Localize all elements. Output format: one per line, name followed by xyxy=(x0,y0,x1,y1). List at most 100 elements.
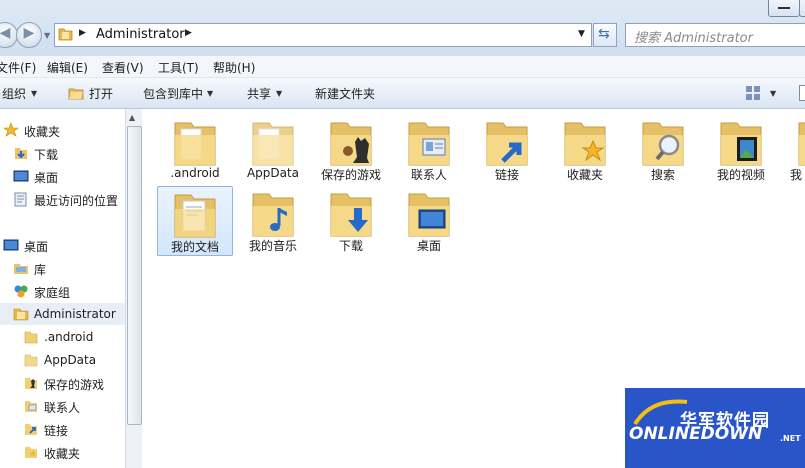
recent-pages-dropdown[interactable]: ▼ xyxy=(44,31,50,40)
nav-label: .android xyxy=(44,330,94,344)
download-arrow-folder-icon xyxy=(330,193,372,237)
folder-icon xyxy=(24,354,38,367)
folder-appdata[interactable]: AppData xyxy=(236,115,310,183)
menu-edit[interactable]: 编辑(E) xyxy=(47,59,88,76)
nav-libraries[interactable]: 库 xyxy=(0,257,125,279)
nav-downloads[interactable]: 下载 xyxy=(0,142,125,164)
navigation-pane: 收藏夹 下载 桌面 最近访问的位置 桌面 库 家庭组 Administrator… xyxy=(0,109,125,468)
documents-folder-icon xyxy=(174,194,216,238)
folder-downloads[interactable]: 下载 xyxy=(314,186,388,254)
nav-recent-places[interactable]: 最近访问的位置 xyxy=(0,188,125,210)
view-options-icon[interactable] xyxy=(745,85,761,101)
watermark-en-text: ONLINEDOWN xyxy=(629,424,763,444)
watermark-suffix-text: .NET xyxy=(780,434,801,443)
nav-label: Administrator xyxy=(34,307,116,321)
menu-help[interactable]: 帮助(H) xyxy=(213,59,255,76)
open-button[interactable]: 打开 xyxy=(89,85,113,102)
item-label: 链接 xyxy=(494,168,519,182)
nav-homegroup[interactable]: 家庭组 xyxy=(0,280,125,302)
folder-icon xyxy=(798,122,805,166)
item-label: 我 xyxy=(790,168,803,182)
command-bar: 组织 ▼ 打开 包含到库中 ▼ 共享 ▼ 新建文件夹 ▼ xyxy=(0,78,805,109)
nav-desktop[interactable]: 桌面 xyxy=(0,234,125,256)
item-label: 下载 xyxy=(338,239,363,253)
item-label: 保存的游戏 xyxy=(320,168,381,182)
new-folder-button[interactable]: 新建文件夹 xyxy=(315,85,375,102)
nav-label: AppData xyxy=(44,353,97,367)
item-label: 我的文档 xyxy=(170,240,219,254)
menu-tools[interactable]: 工具(T) xyxy=(158,59,199,76)
contacts-folder-icon xyxy=(25,401,37,412)
folder-my-videos[interactable]: 我的视频 xyxy=(704,115,778,183)
nav-label: 桌面 xyxy=(24,240,49,254)
maximize-button[interactable] xyxy=(799,0,805,17)
search-input[interactable]: 搜索 Administrator xyxy=(625,23,805,47)
star-folder-icon xyxy=(564,122,606,166)
folder-contacts[interactable]: 联系人 xyxy=(392,115,466,183)
folder-android[interactable]: .android xyxy=(158,115,232,183)
forward-arrow-icon: ▶ xyxy=(23,25,35,41)
folder-favorites[interactable]: 收藏夹 xyxy=(548,115,622,183)
include-in-library-button[interactable]: 包含到库中 xyxy=(143,85,203,102)
scroll-up-arrow-icon[interactable]: ▲ xyxy=(129,113,135,122)
folder-my-documents[interactable]: 我的文档 xyxy=(157,186,233,256)
hidden-folder-icon xyxy=(252,122,294,166)
organize-button[interactable]: 组织 xyxy=(2,85,26,102)
nav-saved-games[interactable]: 保存的游戏 xyxy=(0,372,125,394)
nav-favorites[interactable]: 收藏夹 xyxy=(0,119,125,141)
back-arrow-icon: ◀ xyxy=(0,25,11,41)
search-placeholder: 搜索 Administrator xyxy=(634,31,753,46)
item-label: 桌面 xyxy=(416,239,441,253)
view-options-dropdown[interactable]: ▼ xyxy=(770,89,776,98)
nav-contacts[interactable]: 联系人 xyxy=(0,395,125,417)
desktop-icon xyxy=(3,239,19,251)
forward-button[interactable]: ▶ xyxy=(16,22,42,48)
minimize-button[interactable] xyxy=(768,0,800,17)
nav-favorites-folder[interactable]: 收藏夹 xyxy=(0,441,125,463)
nav-administrator[interactable]: Administrator xyxy=(0,303,125,325)
nav-scrollbar[interactable]: ▲ xyxy=(125,109,143,468)
nav-label: 下载 xyxy=(34,148,59,162)
nav-label: 库 xyxy=(34,263,47,277)
item-label: 联系人 xyxy=(410,168,447,182)
plain-folder-icon xyxy=(174,122,216,166)
item-label: 收藏夹 xyxy=(566,168,603,182)
folder-saved-games[interactable]: 保存的游戏 xyxy=(314,115,388,183)
refresh-icon: ⇆ xyxy=(598,26,610,42)
preview-pane-button[interactable] xyxy=(799,85,805,101)
menu-bar: 文件(F) 编辑(E) 查看(V) 工具(T) 帮助(H) xyxy=(0,56,805,78)
nav-android[interactable]: .android xyxy=(0,326,125,348)
item-label: 我的音乐 xyxy=(248,239,297,253)
star-folder-icon xyxy=(25,447,37,458)
menu-file[interactable]: 文件(F) xyxy=(0,59,36,76)
nav-label: 保存的游戏 xyxy=(44,378,105,392)
item-label: .android xyxy=(170,166,220,180)
star-icon xyxy=(3,122,19,137)
folder-links[interactable]: 链接 xyxy=(470,115,544,183)
share-button[interactable]: 共享 xyxy=(247,85,271,102)
folder-desktop[interactable]: 桌面 xyxy=(392,186,466,254)
folder-partial[interactable]: 我 xyxy=(782,115,805,183)
recent-places-icon xyxy=(14,192,27,207)
nav-desktop-fav[interactable]: 桌面 xyxy=(0,165,125,187)
menu-view[interactable]: 查看(V) xyxy=(102,59,144,76)
address-bar[interactable]: ▶ Administrator ▶ ▼ xyxy=(54,23,592,47)
nav-links[interactable]: 链接 xyxy=(0,418,125,440)
scrollbar-thumb[interactable] xyxy=(127,126,142,425)
download-folder-icon xyxy=(15,148,27,159)
onlinedown-watermark: 华军软件园 ONLINEDOWN .NET xyxy=(625,388,805,468)
breadcrumb-separator-icon[interactable]: ▶ xyxy=(185,28,192,38)
address-history-dropdown[interactable]: ▼ xyxy=(578,29,585,39)
breadcrumb-separator-icon[interactable]: ▶ xyxy=(79,28,86,38)
nav-label: 最近访问的位置 xyxy=(34,194,119,208)
magnifier-folder-icon xyxy=(642,122,684,166)
nav-label: 家庭组 xyxy=(34,286,71,300)
item-label: AppData xyxy=(246,166,300,180)
nav-label: 桌面 xyxy=(34,171,59,185)
user-folder-icon xyxy=(13,308,29,321)
folder-searches[interactable]: 搜索 xyxy=(626,115,700,183)
folder-my-music[interactable]: 我的音乐 xyxy=(236,186,310,254)
refresh-button[interactable]: ⇆ xyxy=(593,23,617,47)
nav-appdata[interactable]: AppData xyxy=(0,349,125,371)
breadcrumb-administrator[interactable]: Administrator xyxy=(96,27,185,42)
